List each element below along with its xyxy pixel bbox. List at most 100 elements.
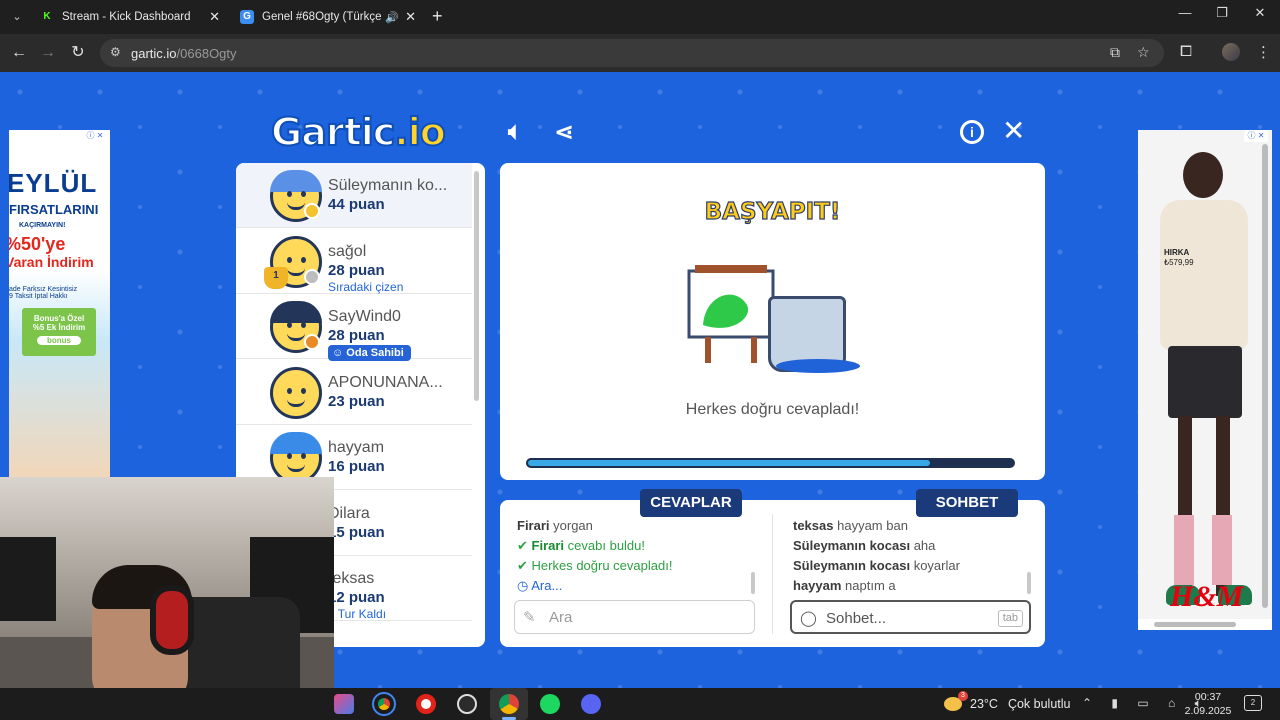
ad-headline: EYLÜL — [9, 168, 98, 198]
browser-menu-icon[interactable]: ⋮ — [1256, 43, 1271, 61]
chat-message: hayyam naptım a — [793, 578, 896, 593]
chrome-active-window[interactable] — [490, 688, 528, 720]
copilot-icon[interactable] — [334, 694, 354, 714]
maximize-icon[interactable]: ❐ — [1207, 5, 1237, 21]
chrome-icon[interactable] — [372, 692, 396, 716]
owner-icon: ☺ — [332, 347, 347, 359]
player-score: 28 puan — [328, 261, 385, 279]
tab-audio-icon[interactable]: 🔊 — [385, 11, 399, 24]
ad-info-icon[interactable]: ⓘ ✕ — [1244, 130, 1268, 142]
gartic-favicon-icon: G — [240, 10, 254, 24]
answers-scrollbar[interactable] — [751, 572, 755, 594]
left-ad-banner[interactable]: ⓘ ✕ EYLÜL FIRSATLARINI KAÇIRMAYIN! %50'y… — [9, 130, 110, 480]
player-score: 16 puan — [328, 458, 385, 475]
drawing-board: BAŞYAPIT! Herkes doğru cevapladı! — [500, 163, 1045, 480]
weather-widget[interactable]: 3 23°C Çok bulutlu — [944, 691, 1080, 714]
tab-gartic[interactable]: G Genel #68Ogty (Türkçe) - G 🔊 ✕ — [230, 2, 426, 32]
player-name: sağol — [328, 242, 367, 260]
minimize-icon[interactable]: — — [1170, 5, 1200, 20]
webcam-wall-panel — [0, 537, 56, 621]
notification-icon[interactable]: 2 — [1244, 695, 1262, 711]
ad-horizontal-scrollbar[interactable] — [1138, 619, 1272, 630]
board-message: Herkes doğru cevapladı! — [685, 401, 860, 418]
player-row[interactable]: Süleymanın ko... 44 puan — [236, 163, 472, 228]
chat-log: teksas hayyam ban Süleymanın kocası aha … — [793, 516, 960, 596]
checkmark-icon: ✔ — [517, 558, 528, 573]
tab-kick-dashboard[interactable]: K Stream - Kick Dashboard ✕ — [30, 2, 230, 32]
paint-splash-illustration — [776, 359, 860, 373]
chat-scrollbar[interactable] — [1027, 572, 1031, 594]
ad-terms: ade Farksız Kesintisiz 9 Taksit İptal Hak… — [9, 286, 78, 300]
answer-message: ✔ Firari cevabı buldu! — [517, 538, 646, 553]
bookmark-star-icon[interactable]: ☆ — [1137, 44, 1150, 61]
tab-strip: ⌄ K Stream - Kick Dashboard ✕ G Genel #6… — [0, 0, 1280, 34]
answer-input[interactable]: ✎ Ara — [514, 600, 755, 634]
player-list-scrollbar[interactable] — [474, 171, 479, 401]
spotify-icon[interactable] — [540, 694, 560, 714]
back-icon[interactable]: ← — [8, 42, 30, 64]
chat-input[interactable]: ◯ Sohbet... tab — [790, 600, 1031, 634]
ad-subheadline: FIRSATLARINI — [9, 202, 99, 217]
trophy-icon: 1 — [264, 266, 288, 289]
player-row[interactable]: 1 sağol 28 puan Sıradaki çizen — [236, 229, 472, 294]
info-icon[interactable]: i — [960, 120, 984, 144]
ad-model-sock — [1212, 515, 1232, 585]
webcam-overlay — [0, 477, 334, 720]
right-ad-banner[interactable]: ⓘ ✕ HIRKA ₺579,99 H&M — [1138, 130, 1272, 630]
ad-model-sock — [1174, 515, 1194, 585]
ad-info-icon[interactable]: ⓘ ✕ — [83, 130, 107, 142]
address-bar[interactable]: ⚙ gartic.io/0668Ogty ⧉ ☆ — [100, 39, 1164, 67]
forward-icon[interactable]: → — [37, 42, 59, 64]
new-tab-icon[interactable]: + — [432, 6, 443, 26]
tab-title: Stream - Kick Dashboard — [62, 11, 191, 23]
player-name: Süleymanın ko... — [328, 177, 448, 194]
chat-bubble-icon: ◯ — [800, 610, 817, 627]
ad-brand-logo: H&M — [1170, 580, 1244, 613]
player-status-dot — [304, 203, 320, 219]
profile-avatar[interactable] — [1222, 43, 1240, 61]
tab-key-hint: tab — [997, 610, 1023, 627]
player-status-text: Sıradaki çizen — [328, 279, 404, 294]
pencil-icon: ✎ — [523, 609, 536, 626]
tab-close-icon[interactable]: ✕ — [209, 9, 220, 25]
answers-header: CEVAPLAR — [640, 489, 742, 517]
ad-product-name: HIRKA — [1164, 248, 1190, 257]
answer-message: Firari yorgan — [517, 518, 593, 533]
sound-icon[interactable]: 🔈︎ — [508, 118, 522, 146]
gartic-logo[interactable]: Gartic.io — [270, 109, 447, 155]
share-icon[interactable]: ⋖ — [554, 118, 574, 147]
chat-panels: CEVAPLAR SOHBET Firari yorgan ✔ Firari c… — [500, 489, 1045, 647]
player-status-text: 1 Tur Kaldı — [328, 607, 387, 621]
player-row[interactable]: SayWind0 28 puan ☺ Oda Sahibi — [236, 294, 472, 361]
ad-discount: %50'ye Varan İndirim — [9, 234, 94, 270]
clock-icon: ◷ — [517, 578, 529, 593]
tab-search-chevron-icon[interactable]: ⌄ — [6, 7, 28, 27]
chat-header: SOHBET — [916, 489, 1018, 517]
player-avatar — [270, 366, 322, 419]
chat-input-placeholder: Sohbet... — [826, 610, 887, 627]
install-app-icon[interactable]: ⧉ — [1110, 44, 1120, 61]
player-row[interactable]: APONUNANA... 23 puan — [236, 360, 472, 425]
player-name: Dilara — [328, 504, 370, 522]
exit-close-icon[interactable]: ✕ — [1002, 114, 1025, 147]
extensions-icon[interactable]: ⧠ — [1180, 43, 1192, 60]
player-status-dot — [304, 334, 320, 350]
player-score: 12 puan — [328, 589, 385, 606]
kick-favicon-icon: K — [43, 11, 51, 22]
window-close-icon[interactable]: ✕ — [1245, 5, 1275, 21]
answer-message: ✔ Herkes doğru cevapladı! — [517, 558, 673, 573]
tab-close-icon[interactable]: ✕ — [405, 9, 416, 25]
discord-icon[interactable] — [581, 694, 601, 714]
ad-vertical-scrollbar[interactable] — [1262, 144, 1268, 608]
webcam-headset — [150, 585, 194, 655]
reload-icon[interactable]: ↻ — [67, 42, 89, 64]
player-name: SayWind0 — [328, 308, 401, 325]
clock[interactable]: 00:37 2.09.2025 — [1182, 690, 1234, 718]
easel-illustration — [687, 265, 775, 363]
ad-model-image — [1183, 152, 1223, 198]
opera-icon[interactable] — [416, 694, 436, 714]
player-name: hayyam — [328, 439, 385, 456]
site-info-icon[interactable]: ⚙ — [110, 45, 121, 59]
obs-icon[interactable] — [457, 694, 477, 714]
player-score: 15 puan — [328, 523, 385, 541]
